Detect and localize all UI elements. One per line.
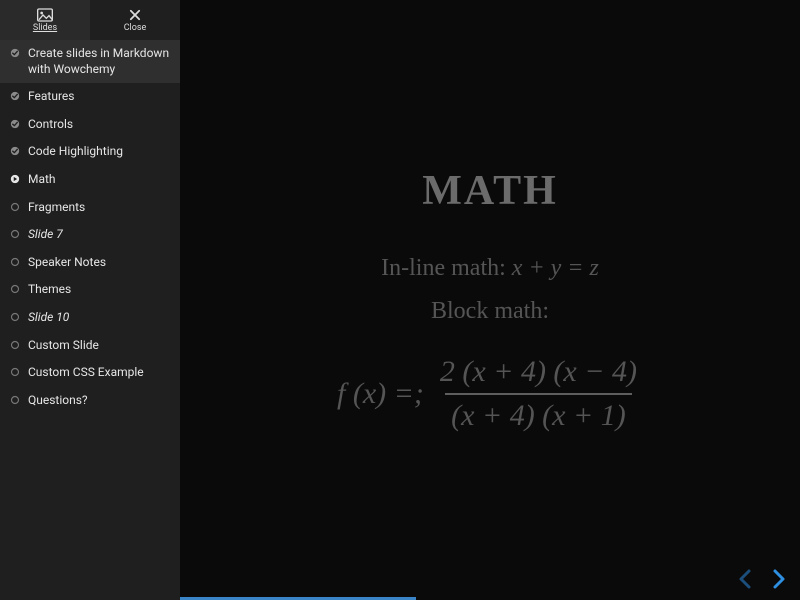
slide-nav xyxy=(736,568,788,590)
slide-list-item-label: Custom CSS Example xyxy=(28,365,170,381)
slide-list-item-label: Themes xyxy=(28,282,170,298)
slide-list-item-label: Create slides in Markdown with Wowchemy xyxy=(28,46,170,77)
slide-list-item[interactable]: Custom Slide xyxy=(0,332,180,360)
slide-list-item[interactable]: Themes xyxy=(0,276,180,304)
slide-list-item[interactable]: Custom CSS Example xyxy=(0,359,180,387)
inline-math-expression: x + y = z xyxy=(512,255,599,281)
slide-list: Create slides in Markdown with Wowchemy F… xyxy=(0,40,180,600)
slide-list-item-label: Controls xyxy=(28,117,170,133)
circle-icon xyxy=(10,229,20,239)
slide-content: MATH In-line math: x + y = z Block math:… xyxy=(180,167,800,434)
slide-list-item[interactable]: Slide 7 xyxy=(0,221,180,249)
check-circle-icon xyxy=(10,91,20,101)
slide-list-item-label: Speaker Notes xyxy=(28,255,170,271)
image-icon xyxy=(37,8,53,22)
equation-lhs: f (x) =; xyxy=(337,377,424,411)
next-slide-button[interactable] xyxy=(770,568,788,590)
slide-list-item-label: Features xyxy=(28,89,170,105)
slide-list-item[interactable]: Code Highlighting xyxy=(0,138,180,166)
close-panel-label: Close xyxy=(124,23,147,33)
block-math-label: Block math: xyxy=(190,298,790,325)
circle-icon xyxy=(10,367,20,377)
circle-icon xyxy=(10,257,20,267)
circle-icon xyxy=(10,340,20,350)
circle-icon xyxy=(10,202,20,212)
slide-list-item[interactable]: Create slides in Markdown with Wowchemy xyxy=(0,40,180,83)
slide-list-item[interactable]: Math xyxy=(0,166,180,194)
circle-icon xyxy=(10,312,20,322)
slide-stage: MATH In-line math: x + y = z Block math:… xyxy=(180,0,800,600)
slide-list-item-label: Slide 10 xyxy=(28,310,170,326)
block-math-equation: f (x) =; 2 (x + 4) (x − 4) (x + 4) (x + … xyxy=(190,355,790,434)
equation-numerator: 2 (x + 4) (x − 4) xyxy=(434,355,643,394)
circle-icon xyxy=(10,284,20,294)
slide-list-item-label: Questions? xyxy=(28,393,170,409)
inline-math-line: In-line math: x + y = z xyxy=(190,255,790,282)
sidebar: Slides Close Create slides in Markdown w… xyxy=(0,0,180,600)
circle-icon xyxy=(10,395,20,405)
play-circle-icon xyxy=(10,174,20,184)
slide-list-item-label: Slide 7 xyxy=(28,227,170,243)
slides-panel-label: Slides xyxy=(33,23,57,33)
prev-slide-button[interactable] xyxy=(736,568,754,590)
equation-fraction: 2 (x + 4) (x − 4) (x + 4) (x + 1) xyxy=(434,355,643,434)
slide-list-item[interactable]: Fragments xyxy=(0,194,180,222)
slide-list-item[interactable]: Controls xyxy=(0,111,180,139)
slide-list-item-label: Math xyxy=(28,172,170,188)
close-panel-button[interactable]: Close xyxy=(90,0,180,40)
check-circle-icon xyxy=(10,119,20,129)
check-circle-icon xyxy=(10,48,20,58)
slide-list-item-label: Code Highlighting xyxy=(28,144,170,160)
slide-list-item[interactable]: Slide 10 xyxy=(0,304,180,332)
equation-denominator: (x + 4) (x + 1) xyxy=(445,393,632,434)
close-icon xyxy=(127,8,143,22)
sidebar-top-toolbar: Slides Close xyxy=(0,0,180,40)
check-circle-icon xyxy=(10,146,20,156)
slide-list-item[interactable]: Speaker Notes xyxy=(0,249,180,277)
slides-panel-button[interactable]: Slides xyxy=(0,0,90,40)
inline-math-prefix: In-line math: xyxy=(381,255,512,281)
slide-list-item-label: Fragments xyxy=(28,200,170,216)
slide-list-item[interactable]: Features xyxy=(0,83,180,111)
slide-list-item[interactable]: Questions? xyxy=(0,387,180,415)
slide-list-item-label: Custom Slide xyxy=(28,338,170,354)
slide-title: MATH xyxy=(190,167,790,215)
